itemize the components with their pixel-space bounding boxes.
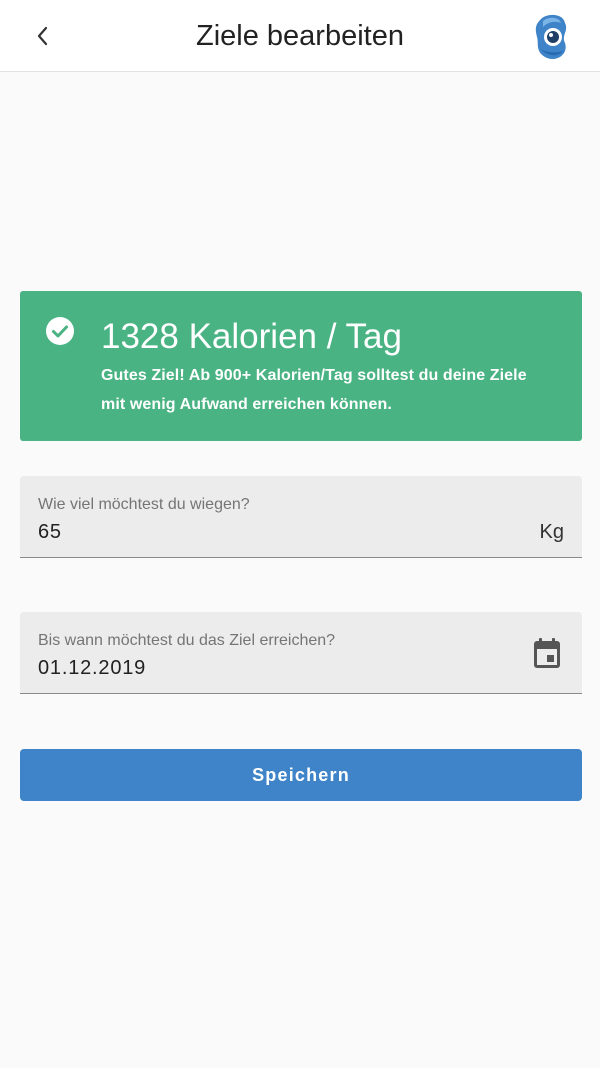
target-weight-field[interactable]: Wie viel möchtest du wiegen? 65 Kg bbox=[20, 476, 582, 558]
target-weight-input[interactable]: 65 bbox=[38, 519, 62, 545]
target-weight-label: Wie viel möchtest du wiegen? bbox=[38, 496, 250, 513]
save-button[interactable]: Speichern bbox=[20, 749, 582, 801]
target-date-input[interactable]: 01.12.2019 bbox=[38, 655, 146, 681]
page-title: Ziele bearbeiten bbox=[196, 20, 404, 52]
app-logo bbox=[533, 13, 573, 61]
target-date-field[interactable]: Bis wann möchtest du das Ziel erreichen?… bbox=[20, 612, 582, 694]
goal-message: Gutes Ziel! Ab 900+ Kalorien/Tag solltes… bbox=[101, 367, 527, 413]
calorie-goal-headline: 1328 Kalorien / Tag bbox=[101, 317, 402, 356]
check-circle-icon bbox=[46, 317, 74, 345]
app-logo-icon bbox=[535, 14, 567, 60]
calendar-icon[interactable] bbox=[532, 636, 562, 670]
weight-unit-suffix: Kg bbox=[539, 521, 564, 543]
target-date-label: Bis wann möchtest du das Ziel erreichen? bbox=[38, 632, 336, 649]
goal-success-card: 1328 Kalorien / Tag Gutes Ziel! Ab 900+ … bbox=[20, 291, 582, 441]
app-bar: Ziele bearbeiten bbox=[0, 0, 600, 72]
